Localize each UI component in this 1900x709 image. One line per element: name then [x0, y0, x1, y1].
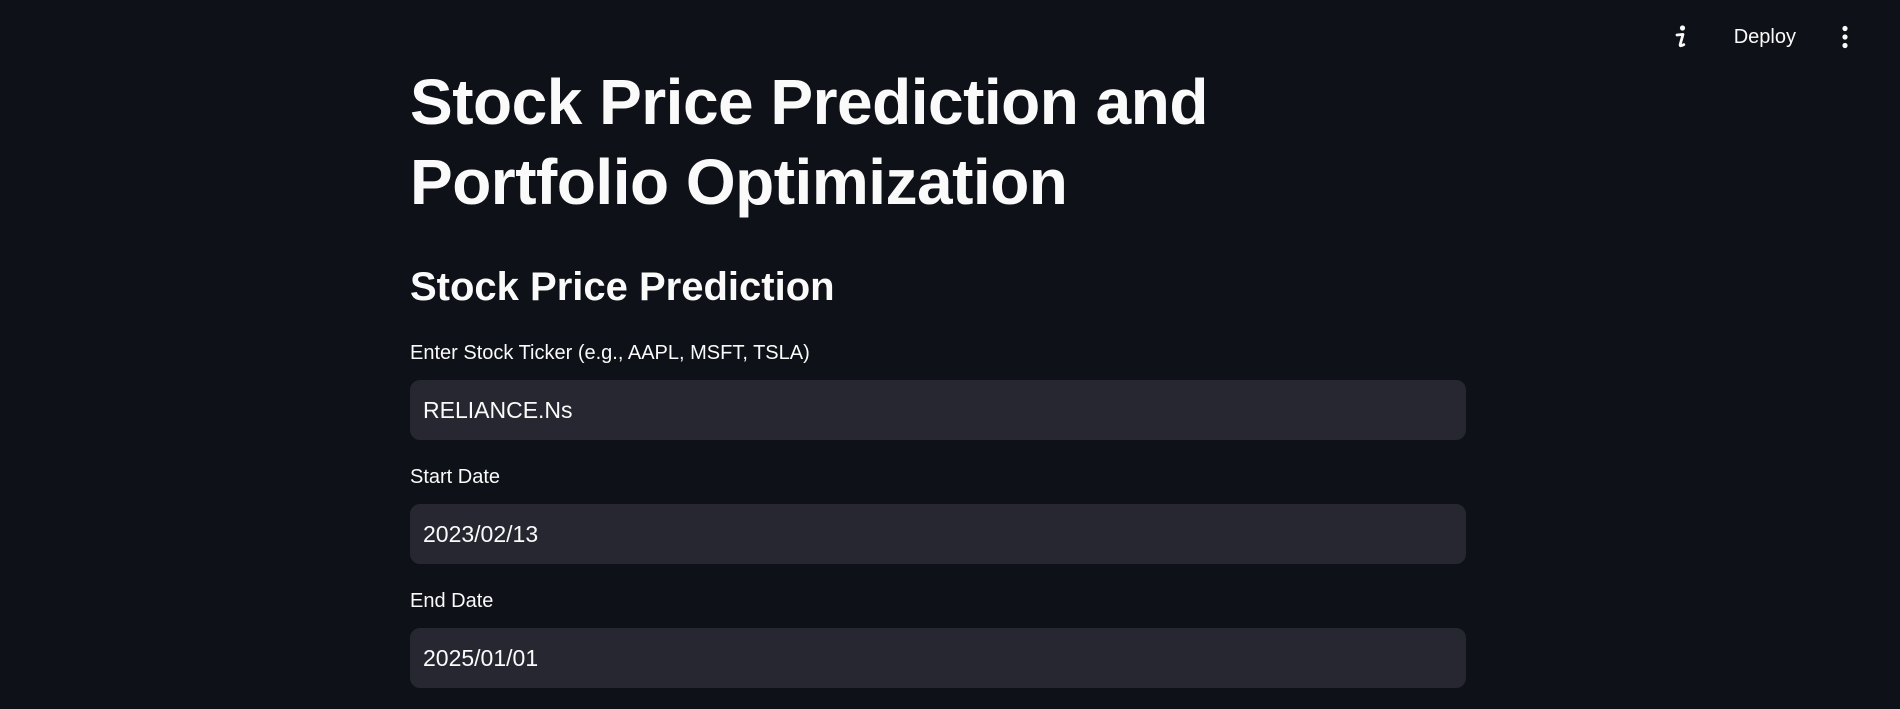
- end-date-input[interactable]: [410, 628, 1466, 688]
- menu-glyph: [1842, 25, 1848, 49]
- end-date-label: End Date: [410, 590, 494, 612]
- start-date-label: Start Date: [410, 466, 501, 488]
- vertical-dots-icon[interactable]: [1828, 20, 1862, 54]
- section-heading: Stock Price Prediction: [410, 265, 835, 309]
- form-fields: Enter Stock Ticker (e.g., AAPL, MSFT, TS…: [410, 340, 1466, 688]
- info-icon[interactable]: [1664, 20, 1698, 54]
- end-date-field: End Date: [410, 588, 1466, 688]
- start-date-field: Start Date: [410, 464, 1466, 564]
- header-actions: Deploy: [1664, 20, 1862, 54]
- ticker-field: Enter Stock Ticker (e.g., AAPL, MSFT, TS…: [410, 340, 1466, 440]
- deploy-button[interactable]: Deploy: [1724, 20, 1806, 55]
- start-date-input[interactable]: [410, 504, 1466, 564]
- main-content: Stock Price Prediction and Portfolio Opt…: [410, 62, 1466, 688]
- page-title: Stock Price Prediction and Portfolio Opt…: [410, 66, 1208, 218]
- ticker-input[interactable]: [410, 380, 1466, 440]
- info-glyph: [1675, 25, 1685, 48]
- ticker-label: Enter Stock Ticker (e.g., AAPL, MSFT, TS…: [410, 342, 810, 364]
